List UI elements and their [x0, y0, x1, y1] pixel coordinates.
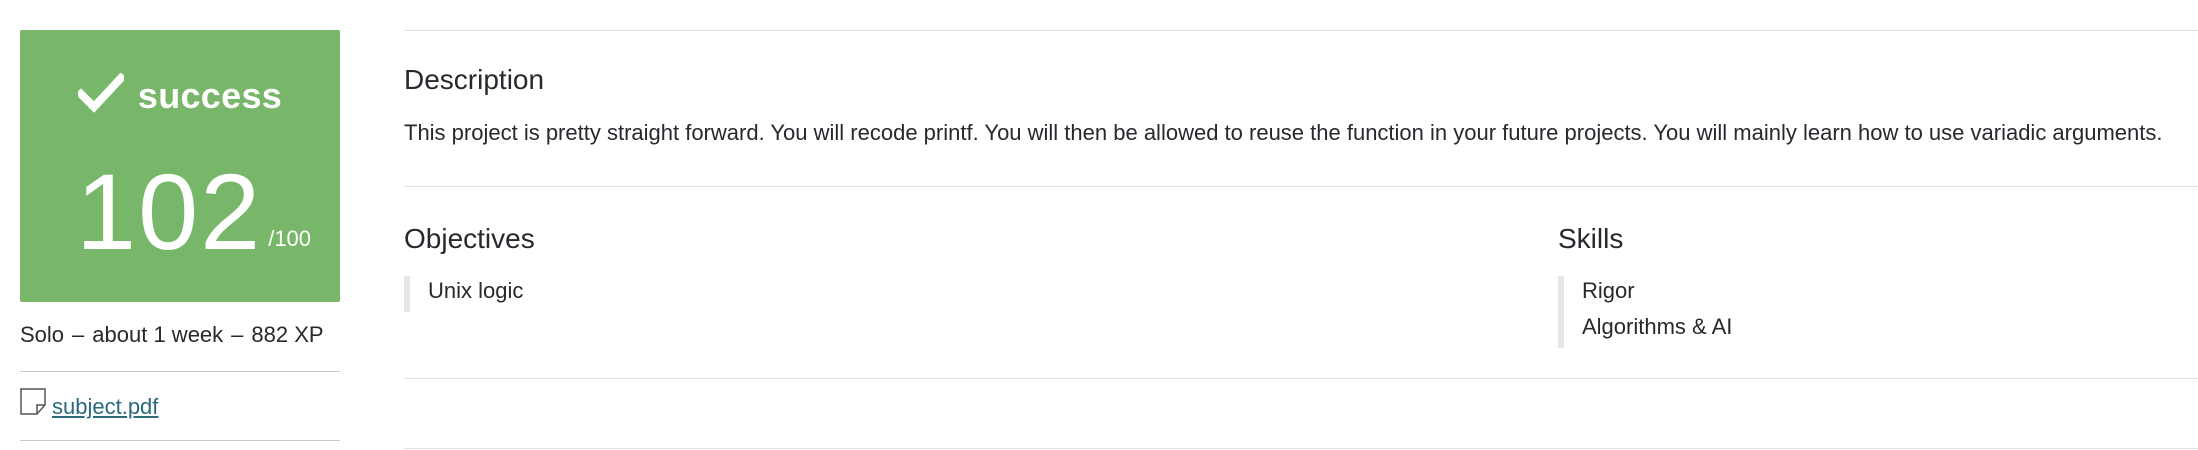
status-label: success	[137, 75, 283, 116]
objective-item: Unix logic	[428, 278, 524, 303]
check-icon	[77, 73, 124, 113]
project-mode: Solo	[20, 322, 65, 347]
divider	[20, 440, 340, 441]
score-value: 102	[76, 151, 263, 272]
skill-item: Rigor	[1582, 278, 1635, 303]
meta-separator: –	[231, 322, 244, 347]
file-icon	[20, 388, 46, 415]
project-duration: about 1 week	[92, 322, 224, 347]
divider	[404, 378, 2198, 379]
divider	[20, 371, 340, 372]
skills-list: Rigor Algorithms & AI	[1558, 276, 1732, 348]
status-row: success	[20, 72, 340, 116]
divider	[404, 30, 2198, 31]
skill-item: Algorithms & AI	[1582, 314, 1733, 339]
divider	[404, 186, 2198, 187]
meta-separator: –	[72, 322, 85, 347]
description-title: Description	[404, 64, 545, 95]
skills-title: Skills	[1558, 223, 1624, 254]
subject-pdf-link[interactable]: subject.pdf	[52, 394, 158, 420]
attachment-item[interactable]: subject.pdf	[20, 388, 158, 420]
divider	[404, 448, 2198, 449]
score-display: 102 /100	[76, 158, 311, 266]
description-text: This project is pretty straight forward.…	[404, 120, 2163, 145]
project-xp: 882 XP	[251, 322, 324, 347]
score-max: /100	[268, 226, 312, 251]
objectives-title: Objectives	[404, 223, 535, 254]
project-meta: Solo – about 1 week –882 XP	[20, 322, 324, 348]
objectives-list: Unix logic	[404, 276, 523, 312]
project-score-card: success 102 /100	[20, 30, 340, 302]
